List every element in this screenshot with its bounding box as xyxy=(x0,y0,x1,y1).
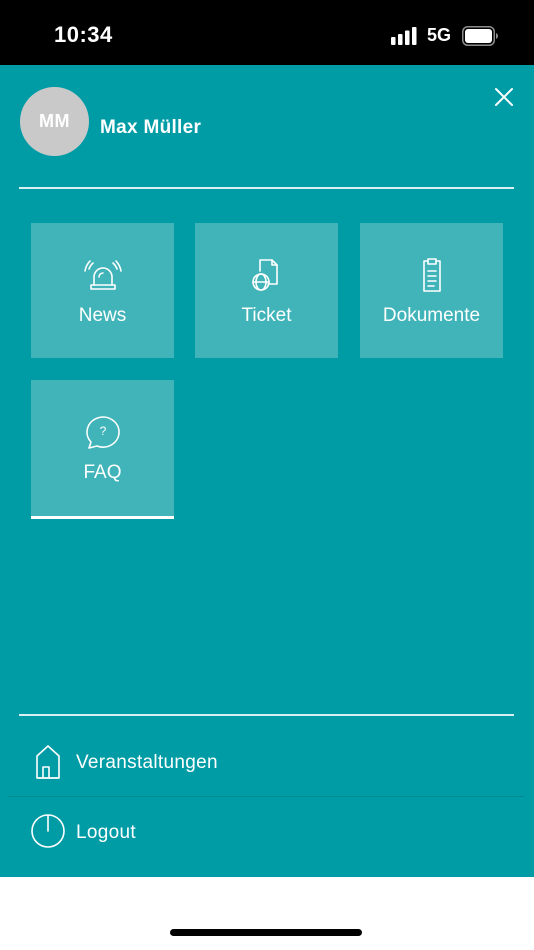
header-divider xyxy=(19,187,514,189)
svg-text:?: ? xyxy=(99,424,106,438)
menu-item-veranstaltungen[interactable]: Veranstaltungen xyxy=(0,727,534,795)
tile-news[interactable]: News xyxy=(31,223,174,358)
tile-ticket[interactable]: Ticket xyxy=(195,223,338,358)
menu-label-logout: Logout xyxy=(76,822,136,843)
question-bubble-icon: ? xyxy=(83,414,123,450)
footer-divider xyxy=(19,714,514,716)
status-bar: 10:34 5G xyxy=(0,0,534,65)
home-indicator[interactable] xyxy=(170,929,362,936)
menu-label-veranstaltungen: Veranstaltungen xyxy=(76,752,218,773)
alarm-siren-icon xyxy=(83,257,123,293)
network-type: 5G xyxy=(427,25,452,45)
building-icon xyxy=(30,743,66,779)
battery-icon xyxy=(462,26,499,46)
status-time: 10:34 xyxy=(54,22,113,47)
tile-news-label: News xyxy=(78,305,127,326)
tile-ticket-label: Ticket xyxy=(241,305,292,326)
power-icon xyxy=(31,813,67,849)
tile-dokumente-label: Dokumente xyxy=(382,305,481,326)
menu-panel: MM Max Müller News Ticket Dokumente ? FA… xyxy=(0,65,534,877)
tile-faq-label: FAQ xyxy=(83,462,122,483)
menu-separator xyxy=(8,796,524,797)
avatar: MM xyxy=(20,87,89,156)
tile-dokumente[interactable]: Dokumente xyxy=(360,223,503,358)
cellular-signal-icon xyxy=(391,27,418,45)
user-name: Max Müller xyxy=(100,117,202,138)
tile-faq[interactable]: ? FAQ xyxy=(31,380,174,519)
ticket-document-icon xyxy=(247,257,287,293)
close-icon[interactable] xyxy=(490,83,518,111)
clipboard-icon xyxy=(412,257,452,293)
menu-item-logout[interactable]: Logout xyxy=(0,798,534,866)
